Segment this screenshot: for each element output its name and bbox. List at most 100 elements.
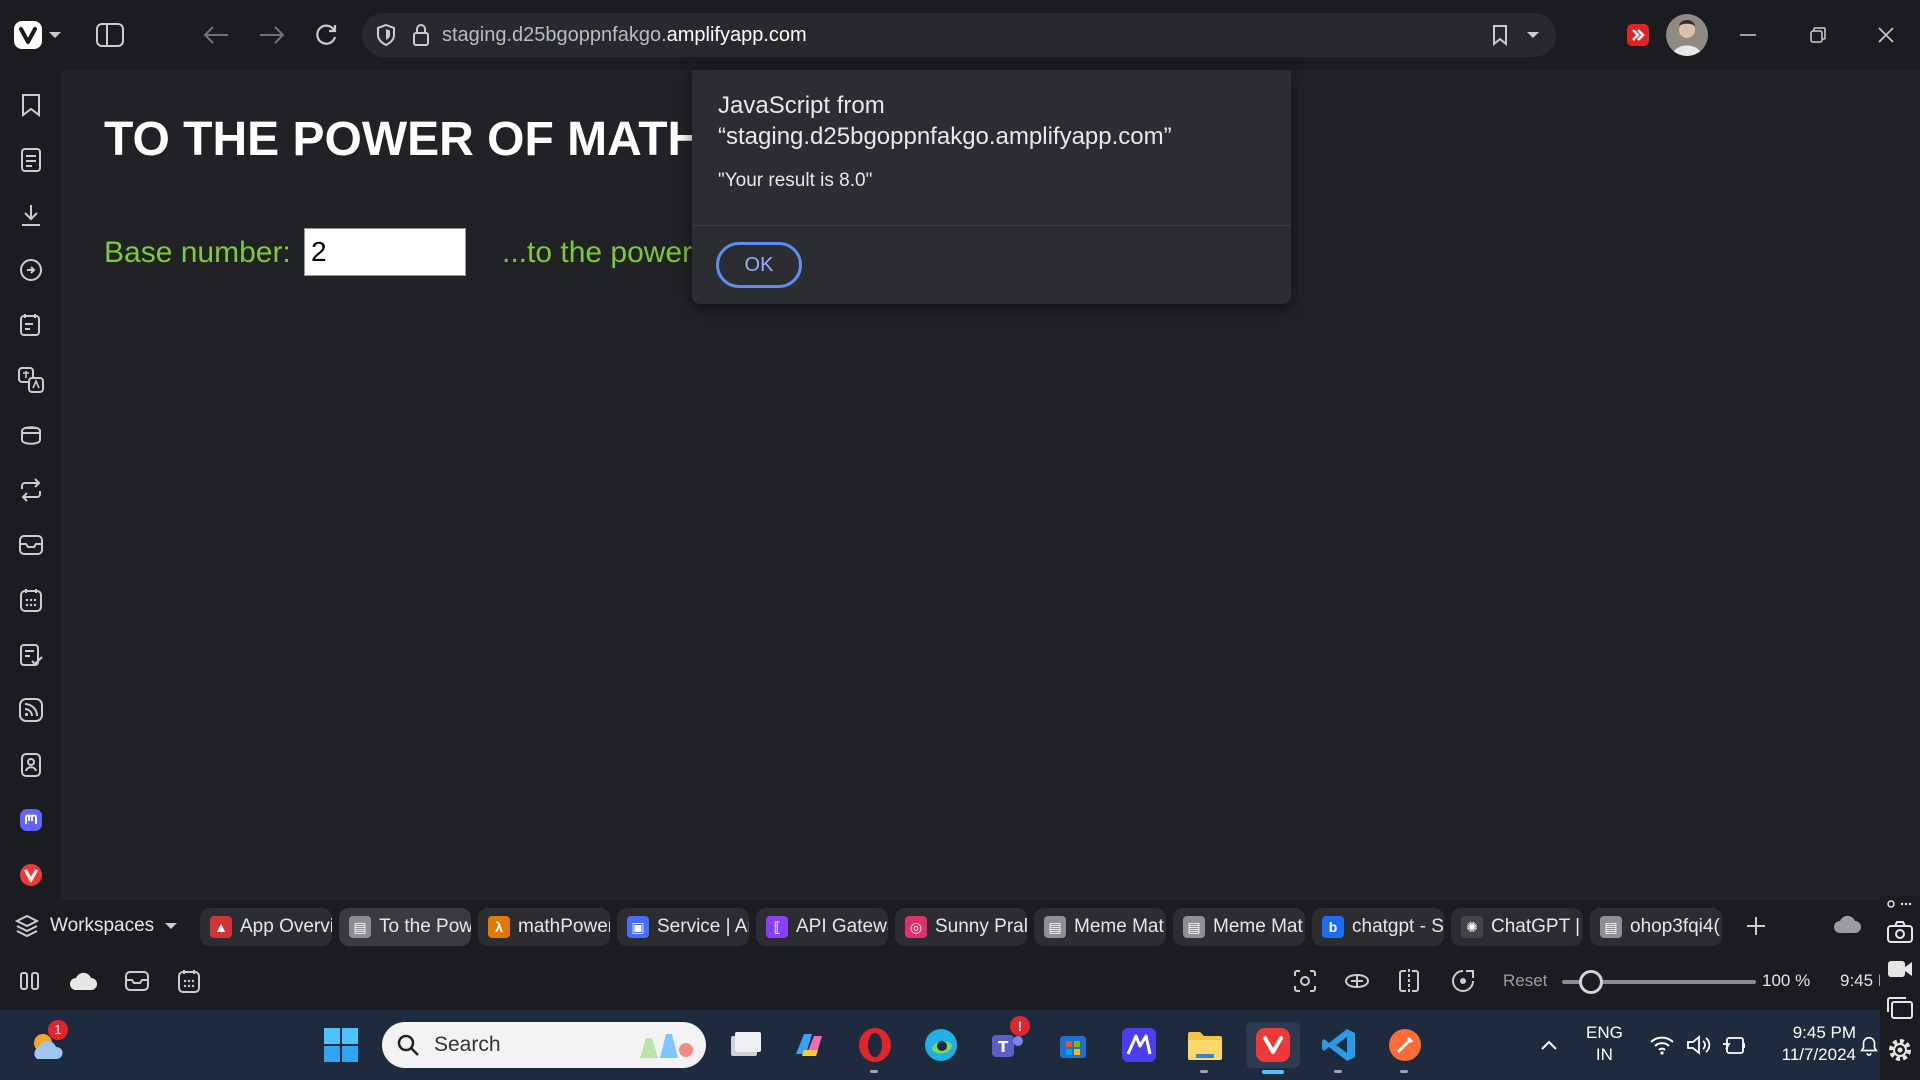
- tab-favicon-icon: ▤: [1600, 916, 1622, 938]
- teams-icon[interactable]: T!: [984, 1016, 1030, 1068]
- browser-tab[interactable]: ▤ Meme Mat: [1173, 908, 1305, 946]
- status-bar: Reset 100 % 9:45 I: [0, 952, 1920, 1010]
- taskbar-search[interactable]: Search: [382, 1022, 706, 1068]
- battery-icon[interactable]: [1712, 1022, 1756, 1068]
- video-icon[interactable]: [1886, 958, 1914, 980]
- window-panel-icon[interactable]: [14, 418, 48, 452]
- active-indicator: [1262, 1070, 1284, 1074]
- weather-widget-icon[interactable]: 1: [24, 1020, 70, 1068]
- vivaldi-taskbar-icon[interactable]: [1246, 1022, 1300, 1074]
- right-edge-panel: [1880, 896, 1920, 1080]
- browser-tab[interactable]: λ mathPower: [478, 908, 610, 946]
- new-tab-icon[interactable]: [1742, 912, 1770, 940]
- running-indicator: [1400, 1070, 1408, 1073]
- sync-icon[interactable]: [14, 473, 48, 507]
- browser-tab[interactable]: ▣ Service | Ar: [617, 908, 749, 946]
- browser-tab[interactable]: ▲ App Overvi: [200, 908, 332, 946]
- back-icon[interactable]: [198, 17, 234, 53]
- tab-label: To the Pow: [379, 916, 471, 937]
- opera-icon[interactable]: [852, 1022, 898, 1073]
- tiling-icon[interactable]: [1394, 966, 1424, 996]
- running-indicator: [870, 1070, 878, 1073]
- vscode-icon[interactable]: [1316, 1022, 1362, 1073]
- task-view-icon[interactable]: [722, 1022, 768, 1068]
- mail-icon[interactable]: [14, 528, 48, 562]
- zoom-level: 100 %: [1762, 971, 1811, 990]
- tasks-icon[interactable]: [14, 638, 48, 672]
- copilot-icon[interactable]: [786, 1022, 832, 1068]
- camera-icon[interactable]: [1886, 920, 1914, 944]
- image-toggle-icon[interactable]: [1448, 966, 1478, 996]
- lock-icon[interactable]: [412, 23, 430, 47]
- forward-icon[interactable]: [254, 17, 290, 53]
- notes-icon[interactable]: [14, 308, 48, 342]
- language-indicator[interactable]: ENG IN: [1586, 1022, 1623, 1066]
- restore-icon[interactable]: [1800, 17, 1836, 53]
- tab-label: Sunny Prali: [935, 916, 1027, 937]
- feeds-icon[interactable]: [14, 693, 48, 727]
- vivaldi-menu-icon[interactable]: [10, 17, 46, 53]
- postman-icon[interactable]: [1382, 1022, 1428, 1073]
- calendar-icon[interactable]: [174, 966, 204, 996]
- tab-favicon-icon: ⟦: [766, 916, 788, 938]
- taskbar-clock[interactable]: 9:45 PM 11/7/2024: [1770, 1022, 1856, 1066]
- extension-icon[interactable]: [1620, 17, 1656, 53]
- browser-tab[interactable]: ▤ ohop3fqi4(: [1590, 908, 1722, 946]
- contacts-icon[interactable]: [14, 748, 48, 782]
- calendar-icon[interactable]: [14, 583, 48, 617]
- url-domain: amplifyapp.com: [666, 24, 807, 46]
- downloads-icon[interactable]: [14, 198, 48, 232]
- chevron-down-icon[interactable]: [44, 17, 66, 53]
- base-number-input[interactable]: [304, 228, 466, 276]
- ok-button[interactable]: OK: [716, 242, 802, 288]
- window-icon[interactable]: [1886, 996, 1914, 1020]
- workspaces-button[interactable]: Workspaces: [14, 908, 178, 944]
- bookmark-icon[interactable]: [1492, 24, 1508, 46]
- close-icon[interactable]: [1868, 17, 1904, 53]
- windows-start-icon[interactable]: [318, 1022, 364, 1068]
- browser-tab[interactable]: ▤ To the Pow: [339, 908, 471, 946]
- clock-time: 9:45 PM: [1792, 1023, 1856, 1042]
- browser-tab[interactable]: ◎ Sunny Prali: [895, 908, 1027, 946]
- browser-tab[interactable]: ▤ Meme Mat: [1034, 908, 1166, 946]
- mail-icon[interactable]: [122, 966, 152, 996]
- gear-icon[interactable]: [1886, 1036, 1914, 1064]
- tab-label: ChatGPT | (: [1491, 916, 1583, 937]
- translate-icon[interactable]: [14, 363, 48, 397]
- sync-cloud-icon[interactable]: [68, 966, 98, 996]
- url-text[interactable]: staging.d25bgoppnfakgo.amplifyapp.com: [442, 24, 807, 47]
- bookmarks-icon[interactable]: [14, 88, 48, 122]
- zoom-slider-thumb[interactable]: [1579, 970, 1604, 994]
- browser-tab[interactable]: ⟦ API Gatewa: [756, 908, 888, 946]
- edge-icon[interactable]: [918, 1022, 964, 1068]
- profile-avatar[interactable]: [1666, 14, 1708, 56]
- chevron-down-icon[interactable]: [1526, 30, 1540, 40]
- dialog-title-line2: “staging.d25bgoppnfakgo.amplifyapp.com”: [718, 123, 1172, 150]
- notifications-bell-icon[interactable]: [1858, 1022, 1880, 1068]
- panel-toggle-icon[interactable]: [92, 17, 128, 53]
- status-clock: 9:45 I: [1840, 971, 1883, 990]
- reading-list-icon[interactable]: [14, 143, 48, 177]
- minimize-icon[interactable]: [1730, 17, 1766, 53]
- reload-icon[interactable]: [308, 17, 344, 53]
- history-icon[interactable]: [14, 253, 48, 287]
- cloud-icon[interactable]: [1832, 913, 1862, 935]
- zoom-reset-button[interactable]: Reset: [1503, 971, 1547, 991]
- browser-tab[interactable]: ✺ ChatGPT | (: [1451, 908, 1583, 946]
- link-icon[interactable]: [1886, 898, 1914, 910]
- capture-icon[interactable]: [1290, 966, 1320, 996]
- running-indicator: [1200, 1070, 1208, 1073]
- vivaldi-icon[interactable]: [14, 858, 48, 892]
- chevron-up-icon[interactable]: [1526, 1022, 1572, 1068]
- address-bar[interactable]: staging.d25bgoppnfakgo.amplifyapp.com: [362, 13, 1556, 57]
- mastodon-icon[interactable]: [14, 803, 48, 837]
- panel-toggle-icon[interactable]: [16, 966, 46, 996]
- shield-icon[interactable]: [376, 24, 396, 46]
- dialog-message: "Your result is 8.0": [718, 170, 873, 191]
- browser-tab[interactable]: b chatgpt - S: [1312, 908, 1444, 946]
- page-actions-icon[interactable]: [1342, 966, 1372, 996]
- search-highlight-icon: [634, 1028, 694, 1062]
- math-app-icon[interactable]: [1116, 1022, 1162, 1068]
- microsoft-store-icon[interactable]: [1050, 1022, 1096, 1068]
- file-explorer-icon[interactable]: [1182, 1022, 1228, 1073]
